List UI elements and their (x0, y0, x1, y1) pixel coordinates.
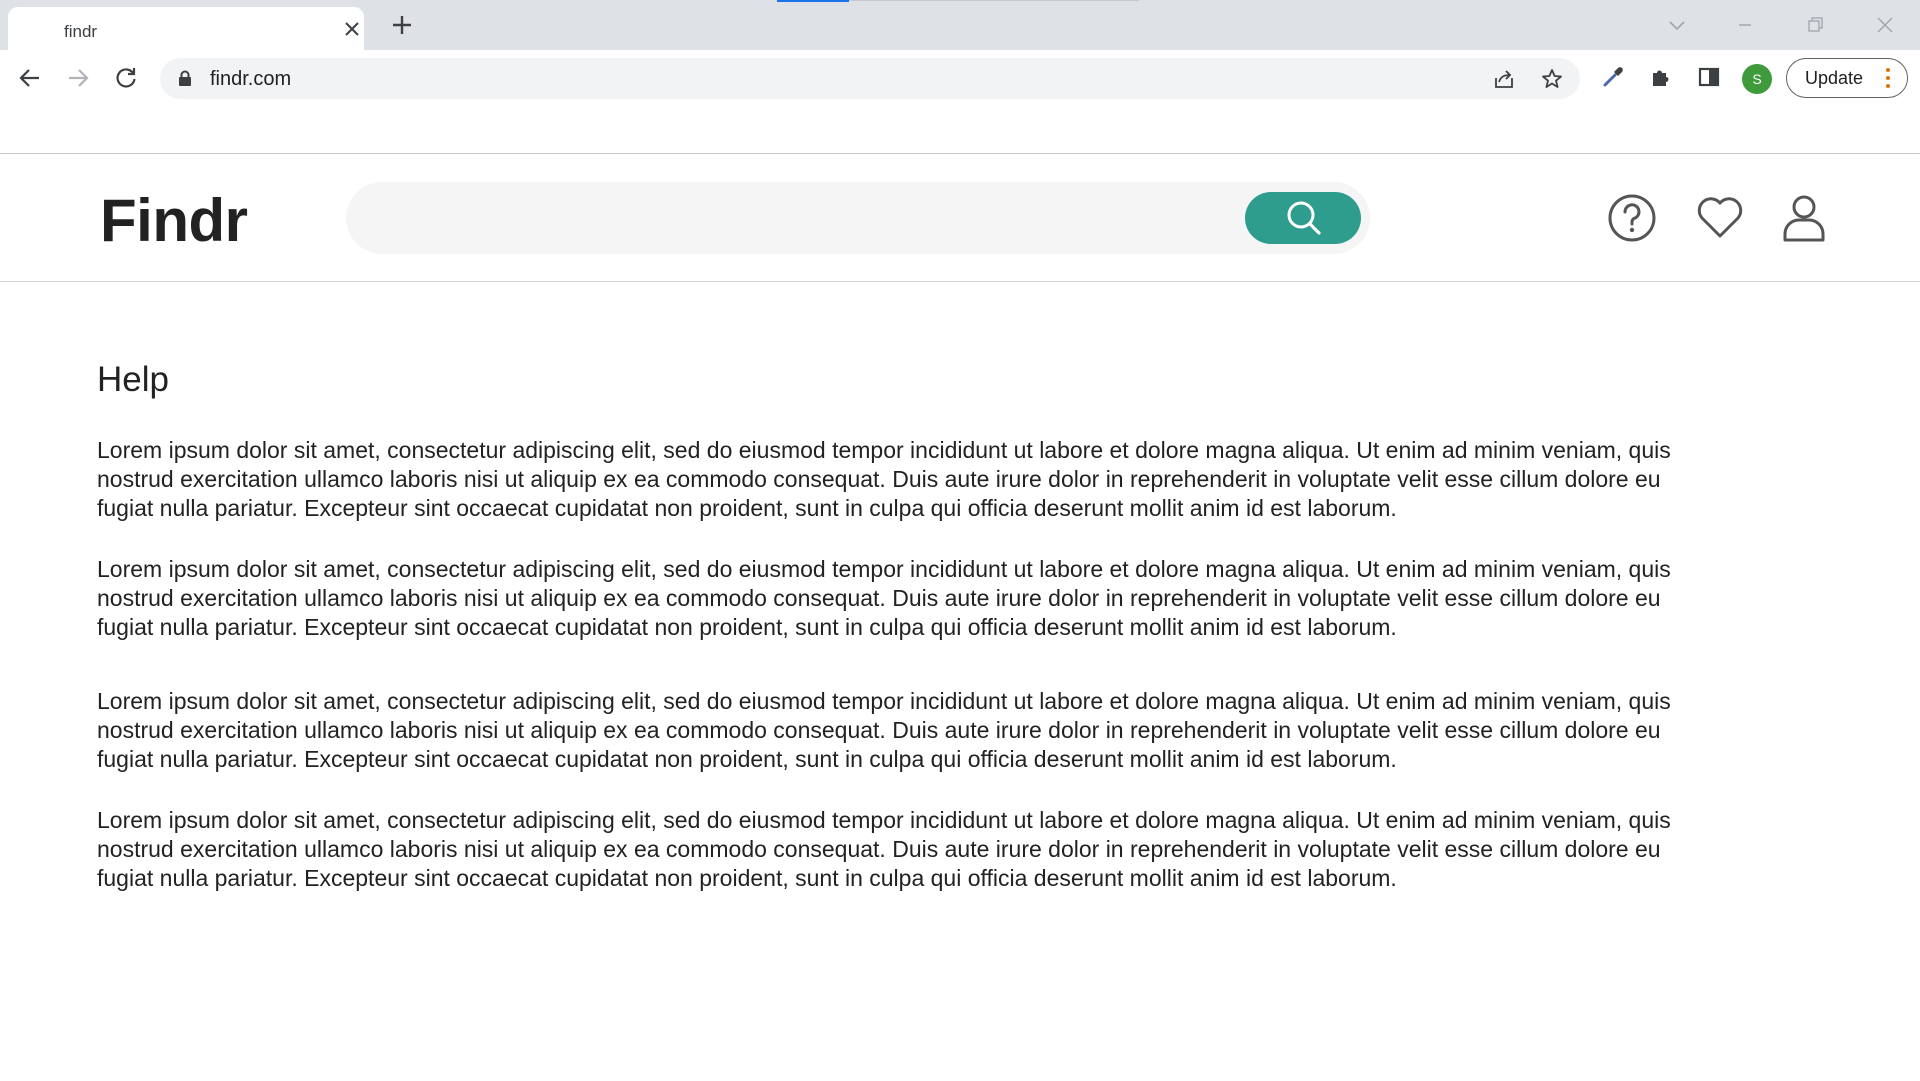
tab-loading-track (849, 0, 1139, 1)
help-content: Help Lorem ipsum dolor sit amet, consect… (97, 360, 1697, 893)
tab-title: findr (64, 22, 98, 41)
restore-icon[interactable] (1802, 12, 1828, 38)
close-window-icon[interactable] (1872, 12, 1898, 38)
help-paragraph: Lorem ipsum dolor sit amet, consectetur … (97, 556, 1671, 640)
kebab-menu-icon[interactable] (1885, 66, 1891, 90)
help-circle-icon[interactable] (1606, 192, 1658, 244)
header-divider (0, 281, 1920, 282)
reload-icon[interactable] (112, 64, 140, 92)
side-panel-icon[interactable] (1696, 64, 1722, 90)
site-header: Findr (0, 154, 1920, 282)
forward-arrow-icon[interactable] (64, 64, 92, 92)
search-input[interactable] (376, 196, 1276, 240)
bookmark-star-icon[interactable] (1540, 67, 1564, 91)
profile-avatar[interactable]: S (1742, 64, 1772, 94)
browser-toolbar: findr.com S Update (0, 50, 1920, 106)
help-paragraph: Lorem ipsum dolor sit amet, consectetur … (97, 437, 1671, 521)
update-button-label: Update (1805, 68, 1864, 88)
browser-tab[interactable]: findr (8, 7, 364, 50)
back-arrow-icon[interactable] (16, 64, 44, 92)
search-bar (346, 182, 1370, 254)
site-logo[interactable]: Findr (100, 186, 248, 255)
tab-close-icon[interactable] (343, 20, 361, 38)
eyedropper-extension-icon[interactable] (1600, 64, 1626, 90)
update-button[interactable]: Update (1786, 58, 1908, 98)
tab-loading-indicator (777, 0, 849, 2)
user-icon[interactable] (1778, 192, 1830, 244)
url-text[interactable]: findr.com (210, 68, 291, 91)
new-tab-icon[interactable] (390, 13, 414, 37)
share-icon[interactable] (1492, 67, 1516, 91)
search-icon (1287, 201, 1321, 235)
lock-icon[interactable] (178, 70, 192, 87)
search-button[interactable] (1245, 192, 1361, 244)
tab-search-icon[interactable] (1664, 12, 1690, 38)
page-title: Help (97, 360, 169, 399)
extensions-puzzle-icon[interactable] (1648, 64, 1674, 90)
browser-tab-strip: findr (0, 0, 1920, 50)
help-paragraph: Lorem ipsum dolor sit amet, consectetur … (97, 807, 1671, 891)
address-bar[interactable]: findr.com (160, 58, 1580, 99)
minimize-icon[interactable] (1732, 12, 1758, 38)
help-paragraph: Lorem ipsum dolor sit amet, consectetur … (97, 688, 1671, 772)
heart-icon[interactable] (1694, 192, 1746, 244)
